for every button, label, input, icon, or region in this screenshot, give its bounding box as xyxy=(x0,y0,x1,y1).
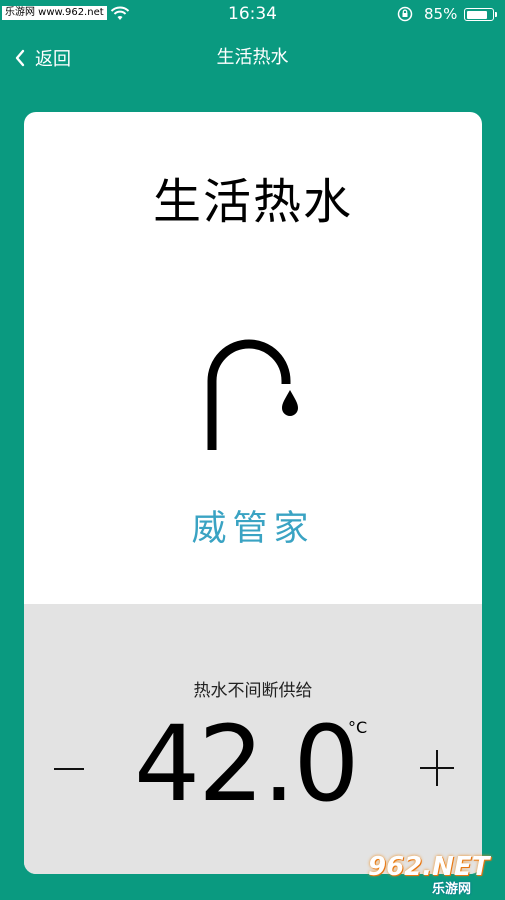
card-title: 生活热水 xyxy=(152,174,353,230)
temperature-unit: °C xyxy=(348,718,368,737)
brand-name: 威管家 xyxy=(191,509,315,549)
nav-title: 生活热水 xyxy=(216,47,289,68)
rotation-lock-icon xyxy=(397,6,413,22)
temperature-panel: 热水不间断供给 42.0 °C xyxy=(24,604,482,874)
battery-percent: 85% xyxy=(424,5,458,23)
faucet-icon xyxy=(207,339,298,450)
site-watermark-logo: 962.NET 乐游网 xyxy=(362,850,502,898)
watermark-logo-text: 962.NET xyxy=(368,852,490,882)
watermark-sub-text: 乐游网 xyxy=(432,882,472,897)
battery-icon xyxy=(464,8,497,21)
plus-icon-v xyxy=(436,750,438,786)
battery-fill xyxy=(466,10,487,19)
temperature-value: 42.0 xyxy=(134,703,360,825)
minus-icon xyxy=(54,768,84,770)
decrease-temperature-button[interactable] xyxy=(46,749,96,789)
status-bar: 乐游网 www.962.net 16:34 85% xyxy=(0,0,505,30)
hot-water-card: 生活热水 威管家 热水不间断供给 42.0 °C xyxy=(24,112,482,874)
increase-temperature-button[interactable] xyxy=(412,746,462,790)
nav-bar: 返回 生活热水 xyxy=(0,30,505,86)
supply-subtitle: 热水不间断供给 xyxy=(193,681,313,701)
